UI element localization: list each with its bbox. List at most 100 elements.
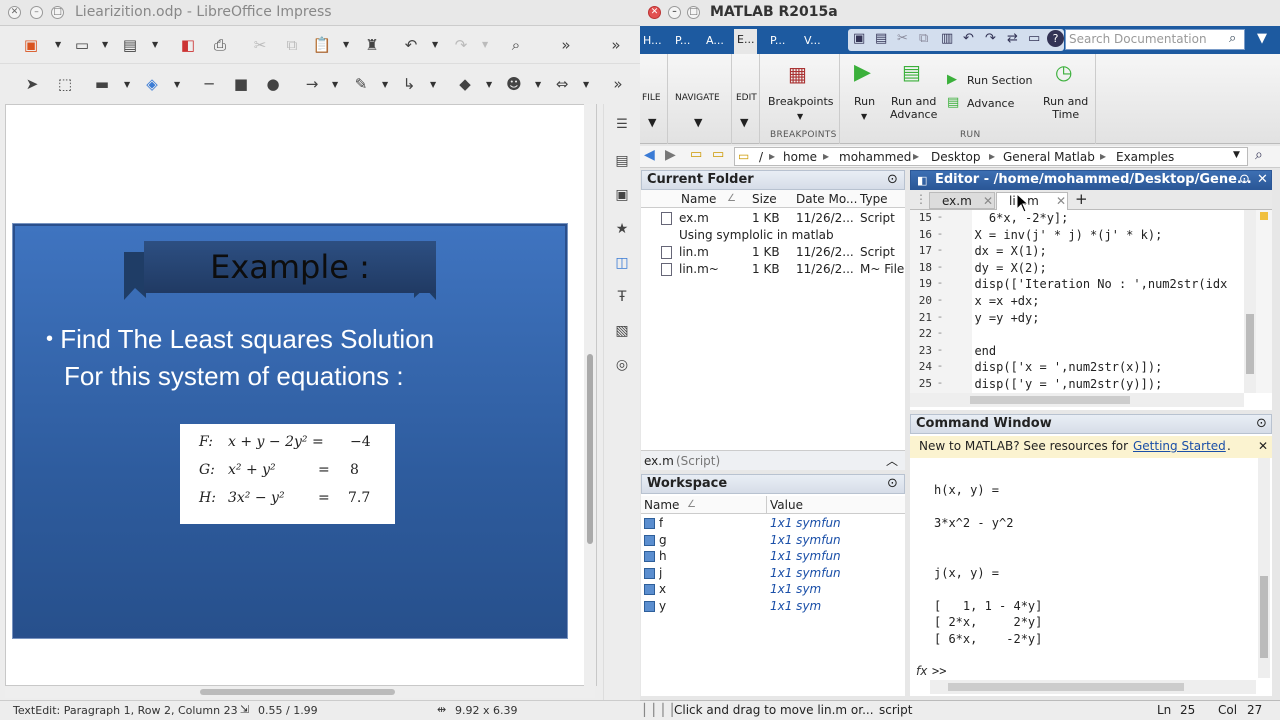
- search-folder-icon[interactable]: ⌕: [1255, 147, 1263, 163]
- browse-folder-icon[interactable]: ▭: [712, 147, 724, 162]
- paste-icon[interactable]: ▥: [941, 31, 953, 46]
- symbol-shapes-icon[interactable]: ☻: [503, 73, 525, 95]
- breakpoint-marker[interactable]: -: [938, 343, 942, 356]
- getting-started-link[interactable]: Getting Started: [1133, 436, 1226, 456]
- column-name[interactable]: Name: [681, 190, 716, 208]
- maximize-window-button[interactable]: □: [51, 6, 64, 19]
- arrow-line-icon[interactable]: →: [301, 73, 323, 95]
- line-color-icon[interactable]: ▬: [91, 73, 113, 95]
- path-dropdown-icon[interactable]: ▼: [1233, 150, 1240, 160]
- code-line[interactable]: disp(['Iteration No : ',num2str(idx: [960, 276, 1242, 293]
- breakpoint-marker[interactable]: -: [938, 260, 942, 273]
- more-tools-icon[interactable]: »: [555, 34, 577, 56]
- clone-formatting-icon[interactable]: ♜: [361, 34, 383, 56]
- open-folder-icon[interactable]: ▭: [71, 34, 93, 56]
- breakpoint-marker[interactable]: -: [938, 243, 942, 256]
- curve-tool-icon[interactable]: ✎: [350, 73, 372, 95]
- navigate-dropdown-icon[interactable]: ▼: [694, 116, 702, 129]
- close-tab-icon[interactable]: ✕: [983, 194, 993, 208]
- undo-icon[interactable]: ↶: [963, 31, 974, 46]
- back-icon[interactable]: ◀: [644, 147, 655, 163]
- column-date[interactable]: Date Mo...: [796, 190, 857, 208]
- scroll-thumb[interactable]: [1260, 576, 1268, 658]
- path-segment[interactable]: home: [783, 150, 817, 164]
- panel-options-icon[interactable]: ⊙: [887, 171, 898, 189]
- layout-icon[interactable]: ▭: [1028, 31, 1040, 46]
- code-line[interactable]: x =x +dx;: [960, 293, 1242, 310]
- breakpoint-marker[interactable]: -: [938, 310, 942, 323]
- panel-options-icon[interactable]: ⊙: [1256, 415, 1267, 433]
- print-icon[interactable]: ⎙: [209, 34, 231, 56]
- table-row[interactable]: f 1x1 symfun: [641, 515, 905, 531]
- styles-icon[interactable]: Ŧ: [611, 286, 633, 308]
- basic-shapes-icon[interactable]: ◆: [454, 73, 476, 95]
- table-row[interactable]: y 1x1 sym: [641, 598, 905, 614]
- code-line[interactable]: dy = X(2);: [960, 260, 1242, 277]
- redo-icon[interactable]: ↷: [985, 31, 996, 46]
- search-icon[interactable]: ⌕: [1229, 31, 1236, 46]
- table-row[interactable]: h 1x1 symfun: [641, 548, 905, 564]
- ellipse-tool-icon[interactable]: ●: [262, 73, 284, 95]
- file-dropdown-icon[interactable]: ▼: [648, 116, 656, 129]
- properties-icon[interactable]: ▤: [611, 150, 633, 172]
- breakpoints-button[interactable]: Breakpoints: [768, 95, 834, 108]
- lo-horizontal-scrollbar[interactable]: [5, 686, 595, 698]
- code-line[interactable]: disp(['y = ',num2str(y)]);: [960, 376, 1242, 393]
- tab-apps[interactable]: A...: [703, 30, 727, 52]
- path-segment[interactable]: Examples: [1116, 150, 1174, 164]
- code-line[interactable]: end: [960, 343, 1242, 360]
- panel-options-icon[interactable]: ⊙: [1239, 171, 1250, 189]
- copy-icon[interactable]: ⧉: [919, 31, 928, 46]
- quick-access-icon[interactable]: ▣: [853, 31, 865, 46]
- forward-icon[interactable]: ▶: [665, 147, 676, 163]
- lo-vertical-scrollbar[interactable]: [584, 104, 596, 686]
- cw-vscroll[interactable]: [1258, 458, 1270, 678]
- tab-plots[interactable]: P...: [672, 30, 693, 52]
- path-segment[interactable]: mohammed: [839, 150, 911, 164]
- code-line[interactable]: X = inv(j' * j) *(j' * k);: [960, 227, 1242, 244]
- tab-lin-m[interactable]: lin.m✕: [996, 192, 1068, 210]
- close-window-button[interactable]: ✕: [8, 6, 21, 19]
- code-line[interactable]: dx = X(1);: [960, 243, 1242, 260]
- cut-icon[interactable]: ✂: [249, 34, 271, 56]
- column-type[interactable]: Type: [860, 190, 888, 208]
- close-window-button[interactable]: ✕: [648, 6, 661, 19]
- code-line[interactable]: 6*x, -2*y];: [960, 210, 1242, 227]
- edit-dropdown-icon[interactable]: ▼: [740, 116, 748, 129]
- scroll-thumb[interactable]: [587, 354, 593, 544]
- overflow-icon[interactable]: »: [605, 34, 627, 56]
- tab-publish[interactable]: P...: [767, 30, 788, 52]
- close-icon[interactable]: ✕: [1257, 171, 1268, 189]
- column-value[interactable]: Value: [770, 496, 803, 514]
- export-pdf-icon[interactable]: ◧: [177, 34, 199, 56]
- table-row[interactable]: g 1x1 symfun: [641, 532, 905, 548]
- breakpoint-marker[interactable]: -: [938, 276, 942, 289]
- help-icon[interactable]: ?: [1047, 30, 1064, 47]
- block-arrows-icon[interactable]: ⇔: [551, 73, 573, 95]
- breakpoint-marker[interactable]: -: [938, 376, 942, 389]
- rectangle-tool-icon[interactable]: ■: [230, 73, 252, 95]
- list-item[interactable]: ex.m 1 KB 11/26/2... Script Using symplo…: [641, 210, 905, 244]
- file-section[interactable]: FILE ▼: [640, 54, 668, 144]
- details-bar[interactable]: ex.m (Script) ︿: [641, 450, 905, 470]
- command-prompt[interactable]: >>: [932, 663, 946, 680]
- search-documentation-input[interactable]: Search Documentation ⌕: [1065, 29, 1245, 50]
- function-browser-icon[interactable]: fx: [916, 664, 927, 678]
- cw-hscroll[interactable]: [930, 680, 1256, 694]
- path-segment[interactable]: /: [759, 150, 763, 164]
- column-name[interactable]: Name: [644, 496, 679, 514]
- scroll-thumb[interactable]: [970, 396, 1130, 404]
- table-row[interactable]: x 1x1 sym: [641, 581, 905, 597]
- animation-icon[interactable]: ★: [611, 218, 633, 240]
- edit-section[interactable]: EDIT ▼: [732, 54, 760, 144]
- table-row[interactable]: j 1x1 symfun: [641, 565, 905, 581]
- sidebar-menu-icon[interactable]: ☰: [611, 114, 633, 136]
- scroll-thumb[interactable]: [948, 683, 1184, 691]
- tab-ex-m[interactable]: ex.m ✕: [929, 192, 995, 209]
- master-slides-icon[interactable]: ◫: [611, 252, 633, 274]
- slide-transition-icon[interactable]: ▣: [611, 184, 633, 206]
- code-line[interactable]: disp(['x = ',num2str(x)]);: [960, 359, 1242, 376]
- overflow-icon-2[interactable]: »: [607, 73, 629, 95]
- paste-icon[interactable]: 📋: [311, 34, 333, 56]
- cut-icon[interactable]: ✂: [897, 31, 908, 46]
